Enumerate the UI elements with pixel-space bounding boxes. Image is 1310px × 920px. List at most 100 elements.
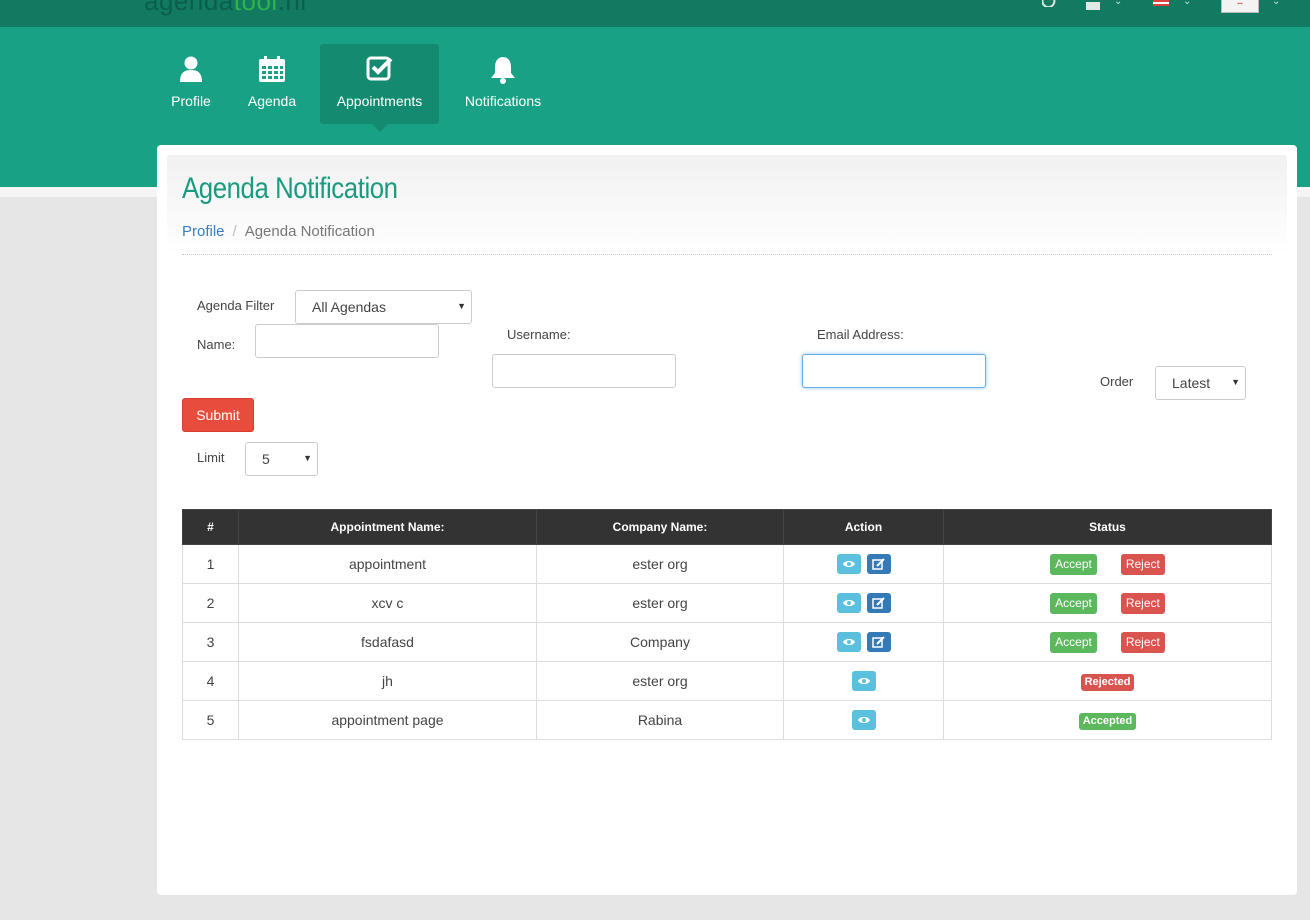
chevron-down-icon[interactable]: ⌄ bbox=[1183, 0, 1191, 7]
cell-number: 2 bbox=[182, 583, 239, 623]
cell-action bbox=[783, 544, 944, 584]
cell-number: 3 bbox=[182, 622, 239, 662]
cell-appointment-name: appointment page bbox=[238, 700, 537, 740]
name-label: Name: bbox=[197, 337, 236, 352]
cell-number: 5 bbox=[182, 700, 239, 740]
reject-button[interactable]: Reject bbox=[1120, 553, 1165, 575]
cell-status: Accept Reject bbox=[943, 622, 1272, 662]
cell-number: 1 bbox=[182, 544, 239, 584]
view-button[interactable] bbox=[836, 632, 861, 652]
nav-label: Profile bbox=[171, 93, 211, 109]
view-button[interactable] bbox=[836, 554, 861, 574]
table-row: 3 fsdafasd Company Accept Reject bbox=[182, 622, 1272, 662]
bell-icon bbox=[456, 44, 550, 84]
column-header-action: Action bbox=[783, 509, 944, 545]
email-label: Email Address: bbox=[817, 327, 904, 342]
column-header-company-name: Company Name: bbox=[536, 509, 784, 545]
user-icon bbox=[160, 44, 222, 84]
view-button[interactable] bbox=[851, 710, 876, 730]
email-input[interactable] bbox=[802, 354, 986, 388]
table-row: 1 appointment ester org Accept Reject bbox=[182, 544, 1272, 584]
agenda-filter-value: All Agendas bbox=[312, 299, 386, 315]
accept-button[interactable]: Accept bbox=[1050, 553, 1097, 575]
order-value: Latest bbox=[1172, 375, 1211, 391]
cell-appointment-name: appointment bbox=[238, 544, 537, 584]
table-row: 5 appointment page Rabina Accepted bbox=[182, 700, 1272, 740]
nav-item-agenda[interactable]: Agenda bbox=[240, 44, 304, 124]
name-input[interactable] bbox=[255, 324, 439, 358]
edit-button[interactable] bbox=[866, 593, 891, 613]
check-square-icon bbox=[320, 44, 439, 84]
column-header-appointment-name: Appointment Name: bbox=[238, 509, 537, 545]
refresh-icon[interactable] bbox=[1041, 0, 1056, 10]
chevron-down-icon: ▼ bbox=[457, 301, 466, 311]
cell-company-name: ester org bbox=[536, 544, 784, 584]
chevron-down-icon[interactable]: ⌄ bbox=[1272, 0, 1280, 7]
order-select[interactable]: Latest ▼ bbox=[1155, 366, 1246, 400]
breadcrumb-link-profile[interactable]: Profile bbox=[182, 223, 225, 240]
mail-icon[interactable] bbox=[1086, 0, 1100, 13]
chevron-down-icon: ▼ bbox=[303, 453, 312, 463]
cell-number: 4 bbox=[182, 661, 239, 701]
column-header-number: # bbox=[182, 509, 239, 545]
cell-action bbox=[783, 583, 944, 623]
nav-item-appointments[interactable]: Appointments bbox=[320, 44, 439, 132]
chevron-down-icon: ▼ bbox=[1231, 377, 1240, 387]
cell-company-name: ester org bbox=[536, 583, 784, 623]
top-bar: agendatool.nl ⌄ ⌄ ▪▪▪ ⌄ bbox=[0, 0, 1310, 27]
avatar[interactable]: ▪▪▪ bbox=[1221, 0, 1259, 13]
view-button[interactable] bbox=[836, 593, 861, 613]
cell-action bbox=[783, 661, 944, 701]
edit-button[interactable] bbox=[866, 632, 891, 652]
breadcrumb-separator: / bbox=[232, 223, 237, 240]
table-row: 2 xcv c ester org Accept Reject bbox=[182, 583, 1272, 623]
nav-item-profile[interactable]: Profile bbox=[160, 44, 222, 124]
divider bbox=[182, 254, 1272, 255]
cell-appointment-name: fsdafasd bbox=[238, 622, 537, 662]
limit-value: 5 bbox=[262, 451, 270, 467]
table-header-row: # Appointment Name: Company Name: Action… bbox=[182, 509, 1272, 545]
cell-company-name: ester org bbox=[536, 661, 784, 701]
nav-label: Notifications bbox=[464, 93, 542, 109]
table-row: 4 jh ester org Rejected bbox=[182, 661, 1272, 701]
limit-label: Limit bbox=[197, 450, 225, 465]
cell-company-name: Company bbox=[536, 622, 784, 662]
view-button[interactable] bbox=[851, 671, 876, 691]
chevron-down-icon[interactable]: ⌄ bbox=[1114, 0, 1122, 7]
cell-status: Accept Reject bbox=[943, 583, 1272, 623]
calendar-icon bbox=[240, 44, 304, 84]
accept-button[interactable]: Accept bbox=[1050, 631, 1097, 653]
status-badge: Accepted bbox=[1078, 712, 1137, 730]
breadcrumb-current: Agenda Notification bbox=[244, 223, 375, 240]
username-label: Username: bbox=[507, 327, 571, 342]
cell-action bbox=[783, 622, 944, 662]
cell-appointment-name: jh bbox=[238, 661, 537, 701]
limit-select[interactable]: 5 ▼ bbox=[245, 442, 318, 476]
breadcrumb: Profile / Agenda Notification bbox=[182, 223, 375, 240]
agenda-filter-select[interactable]: All Agendas ▼ bbox=[295, 290, 472, 324]
username-input[interactable] bbox=[492, 354, 676, 388]
accept-button[interactable]: Accept bbox=[1050, 592, 1097, 614]
agenda-filter-label: Agenda Filter bbox=[197, 298, 275, 313]
edit-button[interactable] bbox=[866, 554, 891, 574]
status-badge: Rejected bbox=[1080, 673, 1135, 691]
cell-status: Accept Reject bbox=[943, 544, 1272, 584]
nav-label: Agenda bbox=[247, 93, 297, 109]
reject-button[interactable]: Reject bbox=[1120, 592, 1165, 614]
submit-button[interactable]: Submit bbox=[182, 398, 254, 432]
cell-status: Rejected bbox=[943, 661, 1272, 701]
main-panel: Agenda Notification Profile / Agenda Notif… bbox=[157, 145, 1297, 895]
appointments-table: # Appointment Name: Company Name: Action… bbox=[182, 509, 1272, 740]
nav-label: Appointments bbox=[336, 93, 423, 109]
cell-company-name: Rabina bbox=[536, 700, 784, 740]
column-header-status: Status bbox=[943, 509, 1272, 545]
reject-button[interactable]: Reject bbox=[1120, 631, 1165, 653]
logo[interactable]: agendatool.nl bbox=[144, 0, 307, 17]
page-title: Agenda Notification bbox=[182, 172, 398, 205]
flag-icon[interactable] bbox=[1153, 0, 1169, 6]
nav-item-notifications[interactable]: Notifications bbox=[456, 44, 550, 124]
cell-appointment-name: xcv c bbox=[238, 583, 537, 623]
cell-status: Accepted bbox=[943, 700, 1272, 740]
cell-action bbox=[783, 700, 944, 740]
order-label: Order bbox=[1100, 374, 1134, 389]
